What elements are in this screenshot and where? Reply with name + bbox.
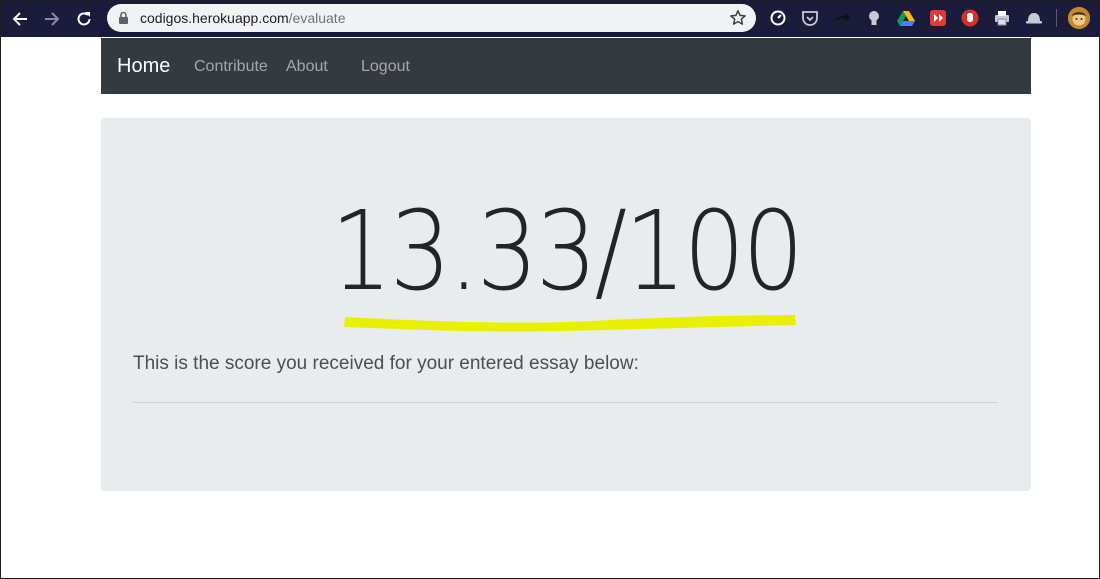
- back-button[interactable]: [8, 7, 32, 31]
- forward-arrow-icon: [45, 12, 60, 26]
- bookmark-star-icon[interactable]: [729, 9, 747, 27]
- profile-avatar[interactable]: [1068, 7, 1090, 29]
- hand-stop-icon[interactable]: [960, 8, 980, 28]
- back-arrow-icon: [12, 12, 27, 26]
- url-host: codigos.herokuapp.com: [140, 10, 289, 26]
- lock-icon: [119, 11, 128, 24]
- pocket-icon[interactable]: [800, 8, 820, 28]
- forward-button[interactable]: [40, 7, 64, 31]
- address-bar[interactable]: codigos.herokuapp.com/evaluate: [107, 4, 756, 32]
- speedometer-icon[interactable]: [768, 8, 788, 28]
- printer-icon[interactable]: [992, 8, 1012, 28]
- google-drive-icon[interactable]: [896, 8, 916, 28]
- youtube-download-icon[interactable]: [928, 8, 948, 28]
- nav-contribute-link[interactable]: Contribute: [194, 58, 268, 76]
- reload-button[interactable]: [72, 7, 96, 31]
- bulb-icon[interactable]: [864, 8, 884, 28]
- browser-window: codigos.herokuapp.com/evaluate Home Cont…: [0, 0, 1100, 579]
- site-navbar: Home Contribute About Logout: [101, 38, 1031, 94]
- toolbar-separator: [1056, 9, 1057, 27]
- nav-logout-link[interactable]: Logout: [361, 58, 410, 76]
- score-message: This is the score you received for your …: [133, 353, 639, 374]
- url-path: /evaluate: [288, 10, 346, 26]
- url-text: codigos.herokuapp.com/evaluate: [140, 10, 345, 26]
- nav-home-link[interactable]: Home: [117, 55, 170, 78]
- avatar-face-icon: [1068, 7, 1090, 29]
- nav-about-link[interactable]: About: [286, 58, 328, 76]
- reload-icon: [77, 12, 91, 26]
- result-jumbotron: 13.33/100 This is the score you received…: [101, 118, 1031, 491]
- browser-toolbar: codigos.herokuapp.com/evaluate: [1, 1, 1099, 37]
- share-arrow-icon[interactable]: [832, 8, 852, 28]
- hat-icon[interactable]: [1024, 8, 1044, 28]
- score-value: 13.33/100: [330, 187, 804, 315]
- divider: [133, 402, 998, 403]
